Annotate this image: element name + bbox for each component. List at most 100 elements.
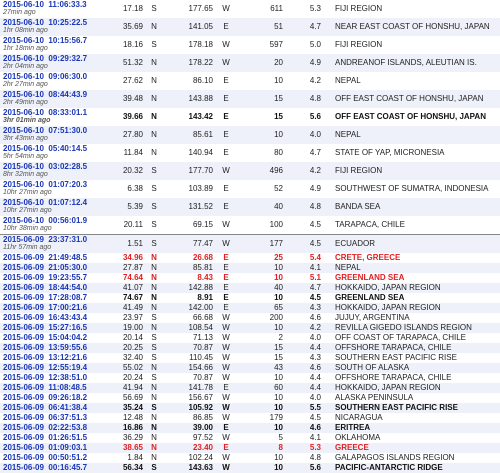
- event-datetime-link[interactable]: 2015-06-10 08:33:01.1: [3, 108, 95, 117]
- table-row[interactable]: 2015-06-10 08:44:43.9 2hr 49min ago 39.48 N…: [0, 90, 500, 108]
- event-time: 13:12:21.6: [48, 353, 88, 362]
- event-datetime-link[interactable]: 2015-06-09 18:44:54.0: [3, 283, 95, 292]
- table-row[interactable]: 2015-06-09 12:55:19.4 55.02 N 154.66 W 43 4.6 S…: [0, 363, 500, 373]
- table-row[interactable]: 2015-06-10 10:15:56.7 1hr 18min ago 18.16 S…: [0, 36, 500, 54]
- table-row[interactable]: 2015-06-09 19:23:55.7 74.64 N 8.43 E 10 5.1 GRE…: [0, 273, 500, 283]
- depth-cell: 10: [274, 130, 283, 139]
- table-row[interactable]: 2015-06-10 09:06:30.0 2hr 27min ago 27.62 N…: [0, 72, 500, 90]
- latitude-cell: 5.39: [127, 202, 143, 211]
- event-datetime-link[interactable]: 2015-06-09 21:49:48.5: [3, 253, 95, 262]
- ns-hemisphere-cell: S: [145, 234, 163, 253]
- table-row[interactable]: 2015-06-09 06:37:51.3 12.48 N 86.85 W 179 4.5 N…: [0, 413, 500, 423]
- event-datetime-link[interactable]: 2015-06-09 15:27:16.5: [3, 323, 95, 332]
- depth-cell: 20: [274, 58, 283, 67]
- event-datetime-link[interactable]: 2015-06-09 12:38:51.0: [3, 373, 95, 382]
- event-datetime-link[interactable]: 2015-06-10 08:44:43.9: [3, 90, 95, 99]
- event-datetime-link[interactable]: 2015-06-09 01:09:03.1: [3, 443, 95, 452]
- event-datetime-link[interactable]: 2015-06-09 16:43:43.4: [3, 313, 95, 322]
- event-date: 2015-06-09: [3, 443, 44, 452]
- event-time: 15:27:16.5: [48, 323, 88, 332]
- ew-hemisphere-cell: W: [215, 234, 237, 253]
- event-datetime-link[interactable]: 2015-06-09 09:26:18.2: [3, 393, 95, 402]
- table-row[interactable]: 2015-06-09 23:37:31.0 11hr 57min ago 1.51 S…: [0, 234, 500, 253]
- event-datetime-link[interactable]: 2015-06-10 10:15:56.7: [3, 36, 95, 45]
- table-row[interactable]: 2015-06-09 00:16:45.7 56.34 S 143.63 W 10 5.6 P…: [0, 463, 500, 473]
- event-datetime-link[interactable]: 2015-06-09 11:08:48.5: [3, 383, 95, 392]
- event-datetime-link[interactable]: 2015-06-09 06:41:38.4: [3, 403, 95, 412]
- table-row[interactable]: 2015-06-10 01:07:12.4 10hr 27min ago 5.39 S…: [0, 198, 500, 216]
- event-datetime-link[interactable]: 2015-06-09 01:26:51.5: [3, 433, 95, 442]
- event-date: 2015-06-09: [3, 453, 44, 462]
- table-row[interactable]: 2015-06-09 02:22:53.8 16.86 N 39.00 E 10 4.6 ER…: [0, 423, 500, 433]
- event-datetime-link[interactable]: 2015-06-10 01:07:20.3: [3, 180, 95, 189]
- table-row[interactable]: 2015-06-10 08:33:01.1 3hr 01min ago 39.66 N…: [0, 108, 500, 126]
- table-row[interactable]: 2015-06-09 17:00:21.6 41.49 N 142.00 E 65 4.3 H…: [0, 303, 500, 313]
- event-datetime-link[interactable]: 2015-06-09 12:55:19.4: [3, 363, 95, 372]
- table-row[interactable]: 2015-06-10 09:29:32.7 2hr 04min ago 51.32 N…: [0, 54, 500, 72]
- table-row[interactable]: 2015-06-10 05:40:14.5 5hr 54min ago 11.84 N…: [0, 144, 500, 162]
- table-row[interactable]: 2015-06-09 17:28:08.7 74.67 N 8.91 E 10 4.5 GRE…: [0, 293, 500, 303]
- ew-hemisphere-cell: E: [223, 22, 229, 31]
- event-datetime-link[interactable]: 2015-06-09 13:59:55.6: [3, 343, 95, 352]
- ns-hemisphere-cell: N: [151, 263, 157, 272]
- latitude-cell: 56.69: [122, 393, 143, 402]
- table-row[interactable]: 2015-06-09 16:43:43.4 23.97 S 66.68 W 200 4.6 J…: [0, 313, 500, 323]
- event-datetime-link[interactable]: 2015-06-09 17:00:21.6: [3, 303, 95, 312]
- ns-hemisphere-cell: S: [151, 333, 157, 342]
- table-row[interactable]: 2015-06-09 12:38:51.0 20.24 S 70.87 W 10 4.4 OF…: [0, 373, 500, 383]
- table-row[interactable]: 2015-06-09 00:50:51.2 1.84 N 102.24 W 10 4.8 GA…: [0, 453, 500, 463]
- ns-hemisphere-cell: N: [151, 76, 157, 85]
- ew-hemisphere-cell: E: [223, 184, 229, 193]
- event-datetime-link[interactable]: 2015-06-09 13:12:21.6: [3, 353, 95, 362]
- event-datetime-link[interactable]: 2015-06-09 00:50:51.2: [3, 453, 95, 462]
- event-datetime-link[interactable]: 2015-06-10 05:40:14.5: [3, 144, 95, 153]
- event-datetime-link[interactable]: 2015-06-10 07:51:30.0: [3, 126, 95, 135]
- table-row[interactable]: 2015-06-09 11:08:48.5 41.94 N 141.78 E 60 4.4 H…: [0, 383, 500, 393]
- ns-hemisphere-cell: N: [151, 413, 157, 422]
- event-datetime-link[interactable]: 2015-06-10 03:02:28.5: [3, 162, 95, 171]
- latitude-cell: 32.40: [122, 353, 143, 362]
- region-cell: FIJI REGION: [335, 166, 383, 175]
- table-row[interactable]: 2015-06-09 01:09:03.1 38.65 N 23.40 E 8 5.3 GRE…: [0, 443, 500, 453]
- event-datetime-link[interactable]: 2015-06-10 09:06:30.0: [3, 72, 95, 81]
- ns-hemisphere-cell: N: [151, 94, 157, 103]
- table-row[interactable]: 2015-06-10 00:56:01.9 10hr 38min ago 20.11…: [0, 216, 500, 235]
- table-row[interactable]: 2015-06-09 15:04:04.2 20.14 S 71.13 W 2 4.0 OFF…: [0, 333, 500, 343]
- event-datetime-link[interactable]: 2015-06-09 17:28:08.7: [3, 293, 95, 302]
- event-datetime-link[interactable]: 2015-06-09 19:23:55.7: [3, 273, 95, 282]
- table-row[interactable]: 2015-06-09 09:26:18.2 56.69 N 156.67 W 10 4.0 A…: [0, 393, 500, 403]
- event-datetime-link[interactable]: 2015-06-09 23:37:31.0: [3, 235, 95, 244]
- event-datetime-link[interactable]: 2015-06-09 06:37:51.3: [3, 413, 95, 422]
- table-row[interactable]: 2015-06-09 15:27:16.5 19.00 N 108.54 W 10 4.2 R…: [0, 323, 500, 333]
- event-datetime-link[interactable]: 2015-06-09 02:22:53.8: [3, 423, 95, 432]
- event-datetime-link[interactable]: 2015-06-10 01:07:12.4: [3, 198, 95, 207]
- event-date: 2015-06-10: [3, 126, 44, 135]
- table-row[interactable]: 2015-06-09 18:44:54.0 41.07 N 142.88 E 40 4.7 H…: [0, 283, 500, 293]
- table-row[interactable]: 2015-06-09 06:41:38.4 35.24 S 105.92 W 10 5.5 S…: [0, 403, 500, 413]
- depth-cell: 52: [274, 184, 283, 193]
- event-datetime-link[interactable]: 2015-06-10 11:06:33.3: [3, 0, 95, 9]
- table-row[interactable]: 2015-06-10 11:06:33.3 27min ago 17.18 S 177.…: [0, 0, 500, 18]
- table-row[interactable]: 2015-06-10 01:07:20.3 10hr 27min ago 6.38 S…: [0, 180, 500, 198]
- time-ago: 11hr 57min ago: [3, 244, 52, 251]
- table-row[interactable]: 2015-06-09 13:12:21.6 32.40 S 110.45 W 15 4.3 S…: [0, 353, 500, 363]
- event-datetime-link[interactable]: 2015-06-09 21:05:30.0: [3, 263, 95, 272]
- table-row[interactable]: 2015-06-09 13:59:55.6 20.25 S 70.87 W 15 4.4 OF…: [0, 343, 500, 353]
- depth-cell: 597: [269, 40, 283, 49]
- event-datetime-link[interactable]: 2015-06-10 09:29:32.7: [3, 54, 95, 63]
- event-datetime-link[interactable]: 2015-06-10 00:56:01.9: [3, 216, 95, 225]
- latitude-cell: 18.16: [122, 40, 143, 49]
- table-row[interactable]: 2015-06-10 03:02:28.5 8hr 32min ago 20.32 S…: [0, 162, 500, 180]
- ew-hemisphere-cell: E: [223, 202, 229, 211]
- ns-hemisphere-cell: N: [151, 273, 157, 282]
- table-row[interactable]: 2015-06-09 21:05:30.0 27.87 N 85.81 E 10 4.1 NE…: [0, 263, 500, 273]
- table-row[interactable]: 2015-06-09 21:49:48.5 34.96 N 26.68 E 25 5.4 CR…: [0, 253, 500, 263]
- event-datetime-link[interactable]: 2015-06-09 15:04:04.2: [3, 333, 95, 342]
- depth-cell: 177: [237, 234, 285, 253]
- event-datetime-link[interactable]: 2015-06-10 10:25:22.5: [3, 18, 95, 27]
- table-row[interactable]: 2015-06-10 10:25:22.5 1hr 08min ago 35.69 N…: [0, 18, 500, 36]
- event-time: 23:37:31.0: [48, 235, 88, 244]
- event-time: 03:02:28.5: [48, 162, 88, 171]
- event-datetime-link[interactable]: 2015-06-09 00:16:45.7: [3, 463, 95, 472]
- table-row[interactable]: 2015-06-10 07:51:30.0 3hr 43min ago 27.80 N…: [0, 126, 500, 144]
